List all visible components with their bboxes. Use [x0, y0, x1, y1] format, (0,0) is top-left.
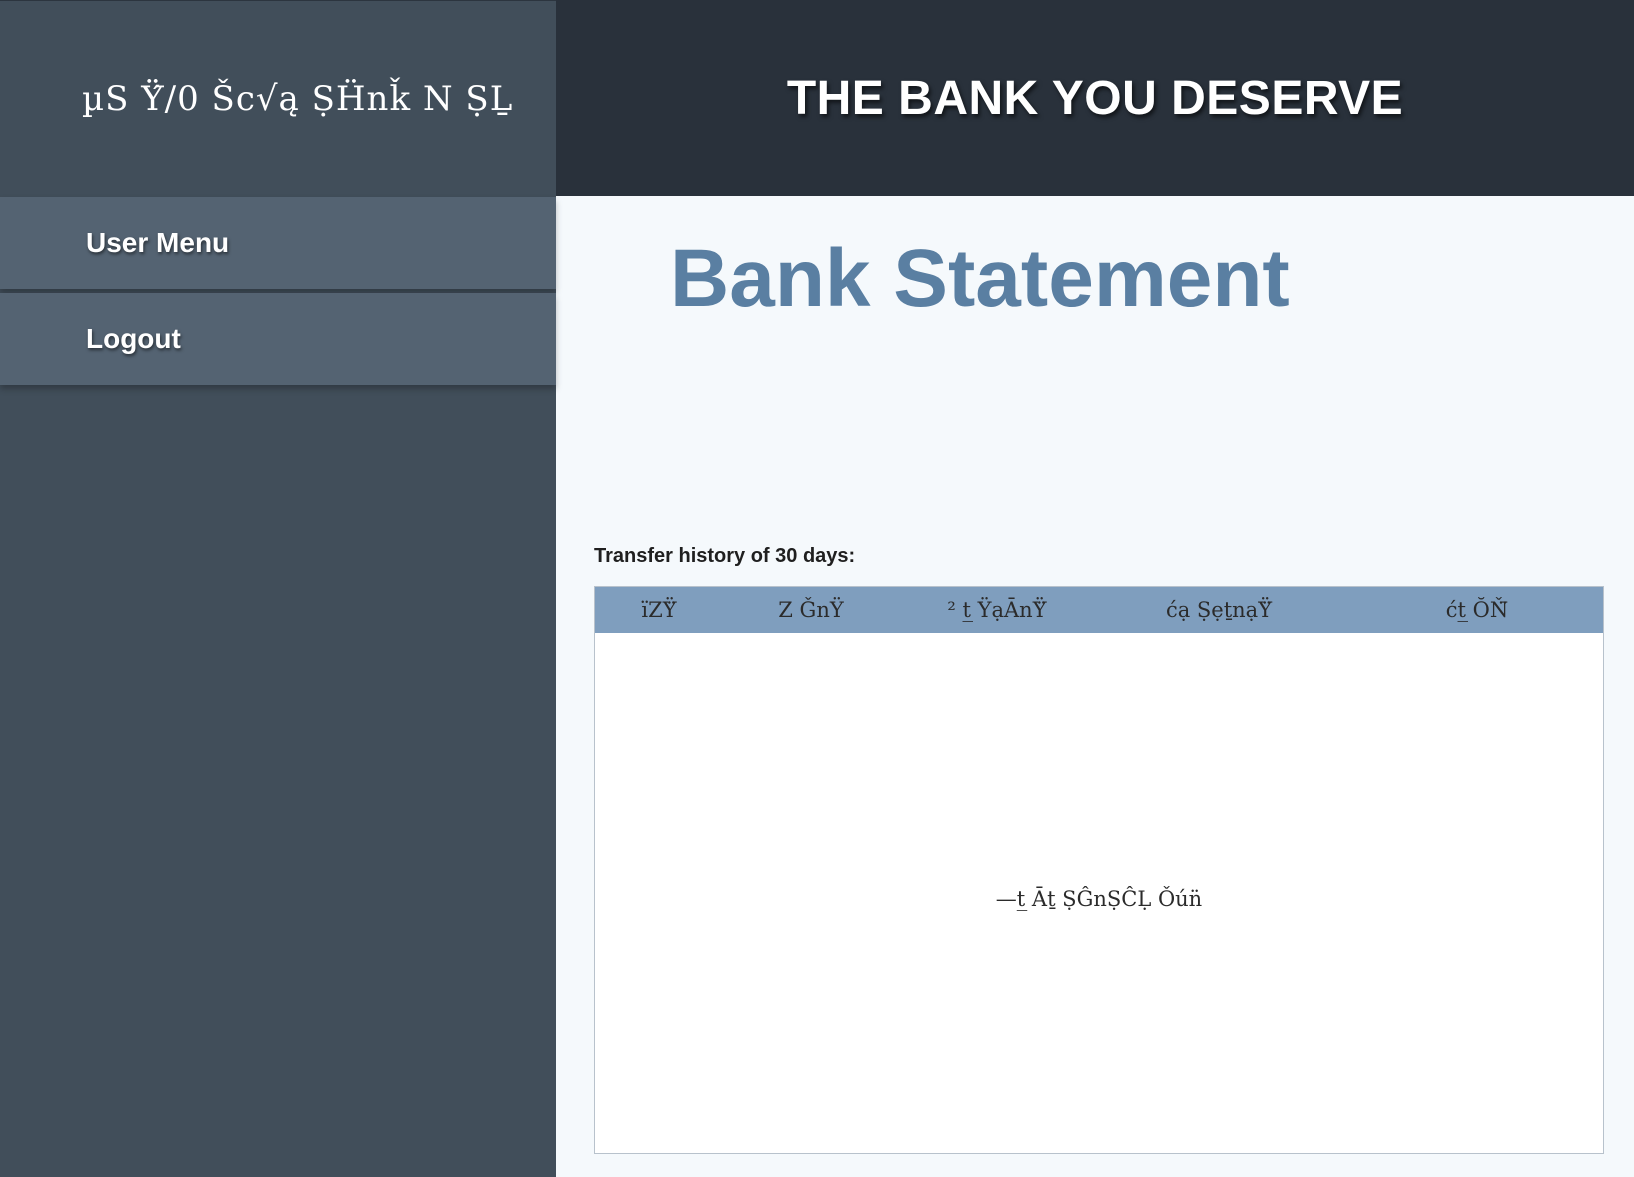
table-empty-message: —t̲ Āṯ ṢĜnṢĈḶ Ǒún̈ [995, 887, 1203, 911]
page-title: Bank Statement [670, 233, 1290, 324]
table-header-col-1: ïZŸ̈ [641, 598, 677, 622]
table-header-col-2: Z ǦnŸ [778, 598, 844, 622]
table-header-row: ïZŸ̈ Z ǦnŸ ² t̲ ŸạĀnŸ̈ ćạ ṢẹṯnạŸ̈ ćt̲ ŎŇ… [595, 587, 1603, 633]
transfer-history-table: ïZŸ̈ Z ǦnŸ ² t̲ ŸạĀnŸ̈ ćạ ṢẹṯnạŸ̈ ćt̲ ŎŇ… [594, 586, 1604, 1154]
table-header-col-3: ² t̲ ŸạĀnŸ̈ [947, 598, 1047, 622]
header-bar: THE BANK YOU DESERVE [556, 0, 1634, 196]
table-header-col-4: ćạ ṢẹṯnạŸ̈ [1165, 598, 1273, 622]
header-tagline: THE BANK YOU DESERVE [786, 71, 1404, 125]
sidebar: µS Ÿ́/0 Šc√ą ṢḦnǩ N ṢḺ User Menu Logout [0, 0, 556, 1177]
table-header-col-5: ćt̲ ŎŇ̈ [1445, 598, 1509, 622]
sidebar-item-logout[interactable]: Logout [0, 293, 556, 385]
brand-logo-text: µS Ÿ́/0 Šc√ą ṢḦnǩ N ṢḺ [82, 79, 514, 119]
transfer-history-label: Transfer history of 30 days: [594, 545, 856, 567]
sidebar-item-user-menu[interactable]: User Menu [0, 197, 556, 289]
